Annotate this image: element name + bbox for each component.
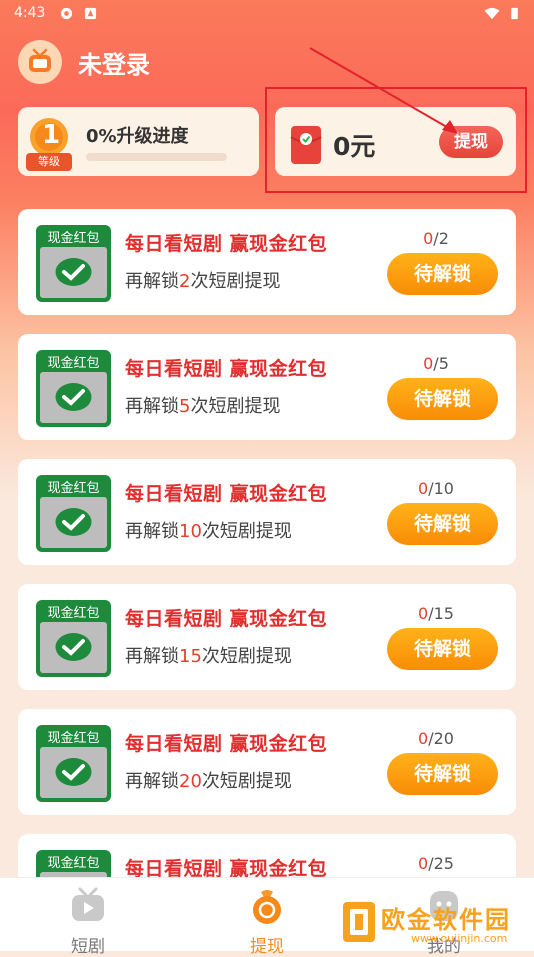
- task-progress-total: /10: [428, 479, 454, 498]
- task-progress-total: /5: [433, 354, 449, 373]
- task-description: 再解锁20次短剧提现: [125, 767, 292, 793]
- task-title: 每日看短剧 赢现金红包: [125, 233, 328, 255]
- level-tag: 等级: [26, 153, 72, 171]
- status-bar: 4:43: [0, 0, 534, 28]
- level-badge: 1 等级: [26, 117, 72, 171]
- desc-count: 15: [179, 646, 202, 667]
- cash-red-packet-icon: 现金红包: [36, 225, 111, 302]
- task-title: 每日看短剧 赢现金红包: [125, 733, 328, 755]
- status-time: 4:43: [14, 5, 46, 21]
- icon-label: 现金红包: [47, 730, 99, 746]
- task-progress-total: /20: [428, 729, 454, 748]
- desc-count: 5: [179, 396, 191, 417]
- notification-status-icon: [84, 7, 97, 20]
- task-title: 每日看短剧 赢现金红包: [125, 483, 328, 505]
- task-progress: 0/25: [396, 854, 476, 873]
- task-description: 再解锁2次短剧提现: [125, 267, 280, 293]
- desc-prefix: 再解锁: [125, 646, 179, 667]
- task-progress: 0/2: [396, 229, 476, 248]
- task-progress-current: 0: [418, 479, 429, 498]
- task-progress: 0/5: [396, 354, 476, 373]
- task-progress-current: 0: [418, 729, 429, 748]
- watermark-url: www.oujinjin.com: [411, 932, 508, 945]
- task-card: 现金红包 每日看短剧 赢现金红包 再解锁5次短剧提现 0/5 待解锁: [18, 334, 516, 440]
- task-card: 现金红包 每日看短剧 赢现金红包 再解锁20次短剧提现 0/20 待解锁: [18, 709, 516, 815]
- coin-bag-icon: [253, 890, 281, 924]
- unlock-pending-button[interactable]: 待解锁: [387, 753, 498, 795]
- task-card: 现金红包 每日看短剧 赢现金红包 再解锁15次短剧提现 0/15 待解锁: [18, 584, 516, 690]
- cash-red-packet-icon: 现金红包: [36, 725, 111, 802]
- task-progress-current: 0: [418, 604, 429, 623]
- tv-avatar-icon: [29, 48, 51, 72]
- desc-suffix: 次短剧提现: [201, 646, 292, 667]
- battery-icon: [511, 7, 518, 20]
- desc-count: 10: [179, 521, 202, 542]
- unlock-pending-button[interactable]: 待解锁: [387, 378, 498, 420]
- task-progress: 0/20: [396, 729, 476, 748]
- task-progress-total: /25: [428, 854, 454, 873]
- task-progress-current: 0: [423, 354, 434, 373]
- unlock-pending-button[interactable]: 待解锁: [387, 628, 498, 670]
- task-card: 现金红包 每日看短剧 赢现金红包 再解锁2次短剧提现 0/2 待解锁: [18, 209, 516, 315]
- task-progress-total: /15: [428, 604, 454, 623]
- icon-label: 现金红包: [47, 480, 99, 496]
- cash-red-packet-icon: 现金红包: [36, 350, 111, 427]
- desc-suffix: 次短剧提现: [190, 271, 281, 292]
- icon-label: 现金红包: [47, 855, 99, 871]
- desc-prefix: 再解锁: [125, 521, 179, 542]
- nav-item-drama[interactable]: 短剧: [48, 886, 128, 957]
- settings-status-icon: [60, 7, 73, 20]
- login-status[interactable]: 未登录: [78, 45, 150, 80]
- annotation-arrow-icon: [309, 47, 458, 134]
- task-title: 每日看短剧 赢现金红包: [125, 608, 328, 630]
- nav-item-withdraw[interactable]: 提现: [227, 886, 307, 957]
- wifi-icon: [484, 7, 500, 20]
- task-description: 再解锁10次短剧提现: [125, 517, 292, 543]
- icon-label: 现金红包: [47, 355, 99, 371]
- tv-icon: [72, 887, 104, 921]
- task-title: 每日看短剧 赢现金红包: [125, 358, 328, 380]
- user-header[interactable]: 未登录: [18, 40, 150, 84]
- icon-label: 现金红包: [47, 230, 99, 246]
- task-progress: 0/15: [396, 604, 476, 623]
- desc-suffix: 次短剧提现: [190, 396, 281, 417]
- level-card: 1 等级 0%升级进度: [18, 107, 259, 176]
- cash-red-packet-icon: 现金红包: [36, 600, 111, 677]
- icon-label: 现金红包: [47, 605, 99, 621]
- upgrade-progress-label: 0%升级进度: [86, 126, 189, 147]
- desc-prefix: 再解锁: [125, 396, 179, 417]
- nav-label-drama: 短剧: [71, 937, 105, 957]
- avatar[interactable]: [18, 40, 62, 84]
- watermark-text: 欧金软件园: [381, 906, 511, 934]
- level-number: 1: [42, 120, 61, 150]
- unlock-pending-button[interactable]: 待解锁: [387, 503, 498, 545]
- desc-prefix: 再解锁: [125, 271, 179, 292]
- task-progress-current: 0: [418, 854, 429, 873]
- task-description: 再解锁15次短剧提现: [125, 642, 292, 668]
- desc-suffix: 次短剧提现: [201, 771, 292, 792]
- watermark-logo-icon: [343, 902, 375, 942]
- desc-prefix: 再解锁: [125, 771, 179, 792]
- task-progress-total: /2: [433, 229, 449, 248]
- unlock-pending-button[interactable]: 待解锁: [387, 253, 498, 295]
- desc-suffix: 次短剧提现: [201, 521, 292, 542]
- task-description: 再解锁5次短剧提现: [125, 392, 280, 418]
- nav-label-withdraw: 提现: [250, 937, 284, 957]
- desc-count: 2: [179, 271, 191, 292]
- task-card: 现金红包 每日看短剧 赢现金红包 再解锁10次短剧提现 0/10 待解锁: [18, 459, 516, 565]
- cash-red-packet-icon: 现金红包: [36, 475, 111, 552]
- desc-count: 20: [179, 771, 202, 792]
- task-progress: 0/10: [396, 479, 476, 498]
- watermark: 欧金软件园 www.oujinjin.com: [341, 898, 531, 948]
- upgrade-progress-bar: [86, 153, 227, 161]
- task-progress-current: 0: [423, 229, 434, 248]
